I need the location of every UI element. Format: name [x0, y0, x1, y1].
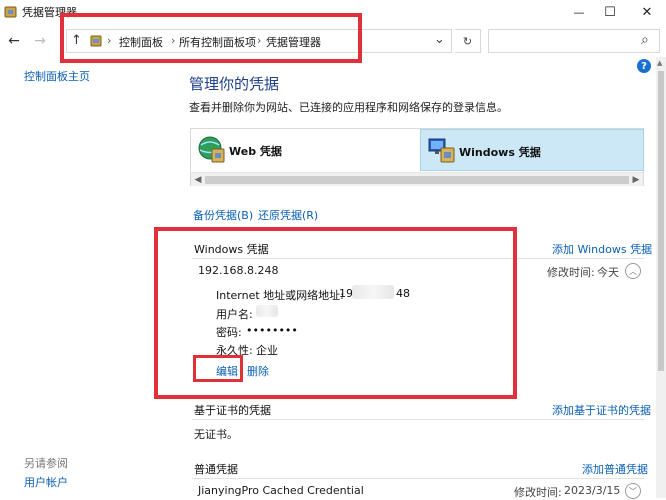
refresh-button[interactable]: ↻ [455, 29, 481, 53]
page-title: 管理你的凭据 [189, 75, 280, 93]
username-label: 用户名: [216, 308, 253, 321]
tabs-scrollbar[interactable]: ◀ ▶ [191, 172, 643, 186]
modified-value: 今天 [597, 266, 619, 279]
tab-web-label: Web 凭据 [229, 145, 282, 158]
password-label: 密码: [216, 326, 242, 339]
forward-arrow-icon[interactable]: → [30, 31, 50, 51]
close-button[interactable]: ✕ [630, 0, 664, 24]
breadcrumb-separator: › [171, 34, 176, 47]
redacted-address [352, 285, 394, 299]
persistence-value: 企业 [256, 344, 278, 357]
edit-credential-link[interactable]: 编辑 [216, 363, 238, 379]
breadcrumb-control-panel[interactable]: 控制面板 [119, 34, 163, 50]
address-dropdown-icon[interactable]: ⌄ [434, 32, 445, 47]
generic-credential-name[interactable]: JianyingPro Cached Credential [198, 484, 364, 497]
search-input[interactable]: ⌕ [488, 29, 660, 53]
credential-name[interactable]: 192.168.8.248 [198, 264, 278, 277]
add-windows-credential-link[interactable]: 添加 Windows 凭据 [552, 241, 652, 257]
scroll-up-icon[interactable]: ▲ [657, 59, 662, 67]
generic-credentials-heading: 普通凭据 [194, 463, 238, 476]
window-title: 凭据管理器 [22, 6, 77, 19]
title-bar: 凭据管理器 — ☐ ✕ [0, 0, 666, 24]
up-arrow-icon[interactable]: ↑ [71, 33, 82, 48]
web-credential-icon [198, 136, 225, 163]
see-also-heading: 另请参阅 [24, 457, 68, 470]
windows-credential-icon [428, 138, 455, 163]
tab-web-credentials[interactable]: Web 凭据 [191, 129, 419, 171]
scrollbar-thumb[interactable] [205, 176, 629, 184]
expand-chevron-icon[interactable]: ﹀ [625, 483, 641, 499]
add-certificate-credential-link[interactable]: 添加基于证书的凭据 [552, 402, 651, 418]
address-value-prefix: 19 [339, 287, 353, 300]
restore-credentials-link[interactable]: 还原凭据(R) [258, 207, 318, 223]
delete-credential-link[interactable]: 删除 [247, 363, 269, 379]
control-panel-icon [90, 35, 102, 47]
address-label: Internet 地址或网络地址: [216, 289, 344, 302]
breadcrumb-separator: › [257, 34, 262, 47]
generic-modified-value: 2023/3/15 [564, 484, 621, 497]
divider [192, 419, 644, 420]
address-row: ← → ↑ › 控制面板 › 所有控制面板项 › 凭据管理器 ⌄ ↻ ⌕ [0, 25, 666, 57]
page-scrollbar[interactable]: ▲ [656, 57, 666, 498]
credential-type-tabs: Web 凭据 Windows 凭据 ◀ ▶ [190, 128, 644, 186]
scrollbar-thumb[interactable] [658, 71, 664, 371]
back-arrow-icon[interactable]: ← [4, 31, 24, 51]
maximize-button[interactable]: ☐ [593, 0, 627, 24]
modified-label: 修改时间: [547, 266, 595, 279]
windows-credentials-heading: Windows 凭据 [194, 243, 269, 256]
breadcrumb-all-items[interactable]: 所有控制面板项 [179, 34, 256, 50]
minimize-button[interactable]: — [562, 0, 596, 24]
collapse-chevron-icon[interactable]: ︿ [625, 263, 641, 279]
credential-manager-icon [4, 6, 17, 18]
redacted-username [256, 305, 278, 317]
backup-credentials-link[interactable]: 备份凭据(B) [193, 207, 253, 223]
tab-windows-credentials[interactable]: Windows 凭据 [420, 129, 644, 171]
divider [192, 258, 644, 259]
address-value-suffix: 48 [396, 287, 410, 300]
breadcrumb-credential-manager[interactable]: 凭据管理器 [266, 34, 321, 50]
address-bar[interactable]: ↑ › 控制面板 › 所有控制面板项 › 凭据管理器 ⌄ [66, 29, 452, 53]
divider [192, 478, 644, 479]
breadcrumb-separator: › [107, 34, 112, 47]
scroll-right-icon[interactable]: ▶ [629, 173, 643, 187]
sidebar-user-accounts[interactable]: 用户帐户 [24, 474, 68, 490]
help-icon[interactable]: ? [637, 59, 651, 73]
page-description: 查看并删除你为网站、已连接的应用程序和网络保存的登录信息。 [189, 101, 508, 114]
scroll-left-icon[interactable]: ◀ [191, 173, 205, 187]
no-certificates-text: 无证书。 [194, 428, 238, 441]
password-value: •••••••• [246, 324, 298, 337]
search-icon: ⌕ [641, 32, 649, 48]
persistence-label: 永久性: [216, 344, 253, 357]
tab-windows-label: Windows 凭据 [459, 146, 541, 159]
sidebar-control-panel-home[interactable]: 控制面板主页 [24, 68, 90, 84]
certificate-credentials-heading: 基于证书的凭据 [194, 404, 271, 417]
add-generic-credential-link[interactable]: 添加普通凭据 [582, 461, 648, 477]
